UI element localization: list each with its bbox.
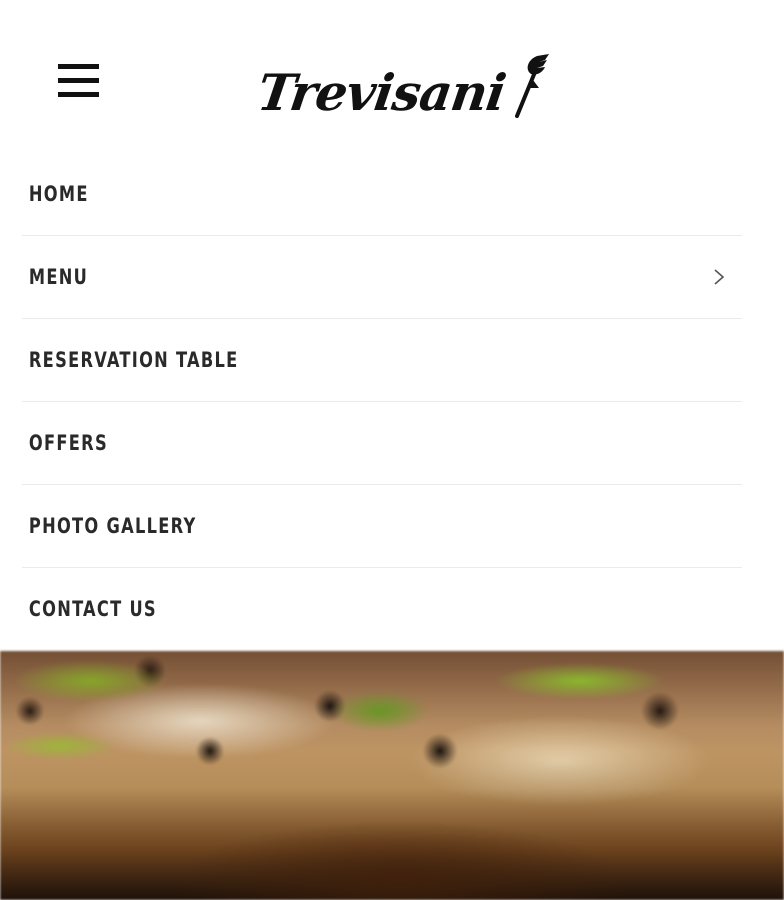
menu-item-photo-gallery[interactable]: PHOTO GALLERY (22, 484, 742, 567)
fork-icon (514, 54, 549, 118)
menu-item-label: PHOTO GALLERY (28, 514, 197, 538)
logo-text: Trevisani (253, 63, 509, 122)
menu-item-reservation-table[interactable]: RESERVATION TABLE (22, 318, 742, 401)
hamburger-icon-bar (58, 78, 99, 83)
menu-item-home[interactable]: HOME (22, 152, 742, 235)
menu-item-contact-us[interactable]: CONTACT US (22, 567, 742, 650)
menu-item-menu[interactable]: MENU (22, 235, 742, 318)
hamburger-icon-bar (58, 92, 99, 97)
site-header: Trevisani (0, 0, 784, 152)
menu-item-label: OFFERS (28, 431, 108, 455)
hamburger-menu-button[interactable] (58, 64, 100, 100)
menu-item-label: CONTACT US (28, 597, 157, 621)
hero-pizza-image (0, 651, 784, 900)
chevron-right-icon[interactable] (712, 268, 726, 286)
menu-item-offers[interactable]: OFFERS (22, 401, 742, 484)
menu-item-label: HOME (28, 181, 89, 206)
site-logo[interactable]: Trevisani (254, 48, 553, 122)
navigation-menu: HOME MENU RESERVATION TABLE OFFERS PHOTO… (0, 152, 784, 651)
menu-item-label: RESERVATION TABLE (28, 348, 239, 372)
hamburger-icon-bar (58, 64, 99, 69)
menu-item-label: MENU (28, 265, 89, 289)
